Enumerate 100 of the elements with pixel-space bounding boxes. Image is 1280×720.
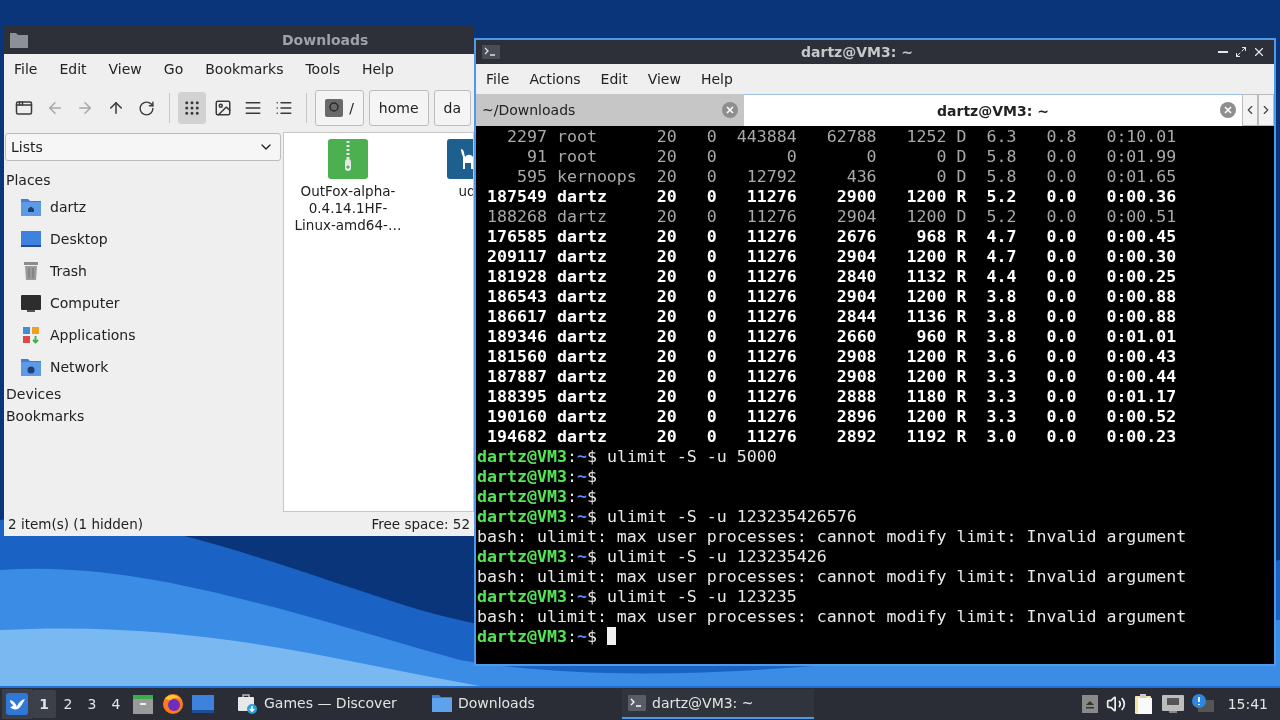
path-button[interactable]: /	[315, 90, 364, 126]
menu-item[interactable]: Edit	[51, 57, 95, 81]
task-button[interactable]: Downloads	[426, 689, 618, 719]
process-row-text: 91 root 20 0 0 0 0 D 5.8 0.0 0:01.99	[525, 147, 1178, 167]
place-label: dartz	[50, 199, 87, 215]
lines-icon	[244, 99, 263, 117]
process-row-text: 595 kernoops 20 0 12792 436 0 D 5.8 0.0 0:01.65	[515, 167, 1178, 187]
menu-item[interactable]: Edit	[592, 67, 636, 91]
folder-icon	[432, 694, 452, 712]
close-icon[interactable]	[722, 102, 738, 118]
window-title: dartz@VM3: ~	[800, 44, 914, 60]
menu-item[interactable]: Tools	[297, 57, 348, 81]
place-label: Computer	[50, 295, 120, 311]
process-row-text: 189346 dartz 20 0 11276 2660 960 R 3.8 0.0 0:01.01	[486, 327, 1178, 347]
menu-item[interactable]: Help	[353, 57, 402, 81]
desktop-icon	[192, 695, 214, 713]
menu-item[interactable]: View	[639, 67, 689, 91]
process-row-text: 2297 root 20 0 443884 62788 1252 D 6.3 0.8 0:10.01	[505, 127, 1178, 147]
drive-icon	[325, 99, 344, 117]
maximize-icon	[1235, 46, 1247, 58]
menu-item[interactable]: File	[478, 67, 518, 91]
clock: 15:41	[1227, 696, 1268, 712]
workspace-button[interactable]: 2	[56, 690, 80, 718]
desktop-icon	[20, 229, 42, 249]
terminal-tab[interactable]: ~/Downloads	[476, 94, 744, 126]
menu-item[interactable]: View	[100, 57, 150, 81]
notification-icon	[1191, 694, 1214, 714]
process-row-text: 181560 dartz 20 0 11276 2908 1200 R 3.6 0.0 0:00.43	[486, 347, 1178, 367]
applications-icon	[20, 325, 42, 345]
prompt-line: dartz@VM3:~$ ulimit -S -u 5000	[477, 447, 778, 467]
place-item[interactable]: Applications	[5, 319, 281, 351]
menu-item[interactable]: Actions	[521, 67, 589, 91]
window-title: Downloads	[282, 32, 369, 48]
start-button[interactable]	[2, 689, 32, 719]
process-row-text: 190160 dartz 20 0 11276 2896 1200 R 3.3 0.0 0:00.52	[486, 407, 1178, 427]
close-icon[interactable]	[1220, 102, 1236, 118]
clipboard-icon	[1133, 693, 1154, 715]
place-item[interactable]: dartz	[5, 191, 281, 223]
process-row-text: 194682 dartz 20 0 11276 2892 1192 R 3.0 0.0 0:00.23	[486, 427, 1178, 447]
file-name[interactable]: OutFox-alpha-0.4.14.1HF-Linux-amd64-…	[289, 183, 407, 234]
prompt-line: dartz@VM3:~$	[477, 627, 1273, 647]
place-item[interactable]: Network	[5, 351, 281, 383]
icon-view-button[interactable]	[177, 92, 207, 124]
free-space-text: Free space: 52	[371, 516, 470, 532]
place-item[interactable]: Desktop	[5, 223, 281, 255]
output-line: bash: ulimit: max user processes: cannot modify limit: Invalid argument	[477, 567, 1188, 587]
workspace-button[interactable]: 3	[80, 690, 104, 718]
tab-label: ~/Downloads	[482, 102, 576, 118]
path-button[interactable]: home	[368, 90, 429, 126]
terminal-icon	[482, 45, 500, 59]
path-button[interactable]: da	[433, 90, 471, 126]
process-row-text: 188268 dartz 20 0 11276 2904 1200 D 5.2 0.0 0:00.51	[486, 207, 1178, 227]
bird-logo-icon	[6, 693, 28, 715]
process-row-text: 209117 dartz 20 0 11276 2904 1200 R 4.7 0.0 0:00.30	[486, 247, 1178, 267]
menu-item[interactable]: Help	[692, 67, 741, 91]
scroll-right-button[interactable]	[1258, 94, 1274, 126]
menu-item[interactable]: Go	[155, 57, 192, 81]
section-heading[interactable]: Places	[5, 169, 281, 191]
process-row-text: 186543 dartz 20 0 11276 2904 1200 R 3.8 0.0 0:00.88	[486, 287, 1178, 307]
process-row-text: 187887 dartz 20 0 11276 2908 1200 R 3.3 0.0 0:00.44	[486, 367, 1178, 387]
folder-icon	[10, 32, 28, 48]
menu-item[interactable]: Bookmarks	[197, 57, 292, 81]
grid-icon	[183, 99, 202, 117]
network-icon	[1161, 695, 1184, 713]
menu-item[interactable]: File	[6, 57, 46, 81]
section-heading[interactable]: Bookmarks	[5, 405, 281, 427]
prompt-line: dartz@VM3:~$ ulimit -S -u 123235426576	[477, 507, 858, 527]
scroll-left-button[interactable]	[1242, 94, 1258, 126]
process-row-text: 188395 dartz 20 0 11276 2888 1180 R 3.3 0.0 0:01.17	[486, 387, 1178, 407]
place-label: Trash	[50, 263, 87, 279]
task-button[interactable]: Games — Discover	[230, 689, 422, 719]
section-heading[interactable]: Devices	[5, 383, 281, 405]
workspace-button[interactable]: 4	[104, 690, 128, 718]
fox-globe-icon	[162, 693, 184, 715]
place-label: Network	[50, 359, 109, 375]
home-folder-icon	[20, 197, 42, 217]
task-label: dartz@VM3: ~	[652, 695, 754, 711]
terminal-tab[interactable]: dartz@VM3: ~	[744, 94, 1242, 126]
place-item[interactable]: Trash	[5, 255, 281, 287]
prompt-line: dartz@VM3:~$	[477, 487, 598, 507]
volume-icon	[1105, 694, 1126, 714]
minimize-icon	[1218, 51, 1228, 53]
close-icon	[1252, 45, 1266, 59]
reload-icon	[138, 99, 156, 117]
task-label: Downloads	[458, 695, 535, 711]
network-folder-icon	[20, 357, 42, 377]
process-row-text: 176585 dartz 20 0 11276 2676 968 R 4.7 0.0 0:00.45	[486, 227, 1178, 247]
workspace-button[interactable]: 1	[32, 690, 56, 718]
task-label: Games — Discover	[264, 695, 397, 711]
place-item[interactable]: Computer	[5, 287, 281, 319]
zip-archive-icon	[328, 139, 368, 179]
output-line: bash: ulimit: max user processes: cannot modify limit: Invalid argument	[477, 527, 1188, 547]
place-label: Applications	[50, 327, 136, 343]
process-row-text: 186617 dartz 20 0 11276 2844 1136 R 3.8 0.0 0:00.88	[486, 307, 1178, 327]
prompt-line: dartz@VM3:~$	[477, 467, 598, 487]
process-row-text: 181928 dartz 20 0 11276 2840 1132 R 4.4 0.0 0:00.25	[486, 267, 1178, 287]
task-button[interactable]: dartz@VM3: ~	[622, 689, 814, 719]
tab-label: dartz@VM3: ~	[937, 102, 1049, 119]
panel-selector[interactable]: Lists	[5, 133, 281, 161]
list-icon	[274, 99, 293, 117]
